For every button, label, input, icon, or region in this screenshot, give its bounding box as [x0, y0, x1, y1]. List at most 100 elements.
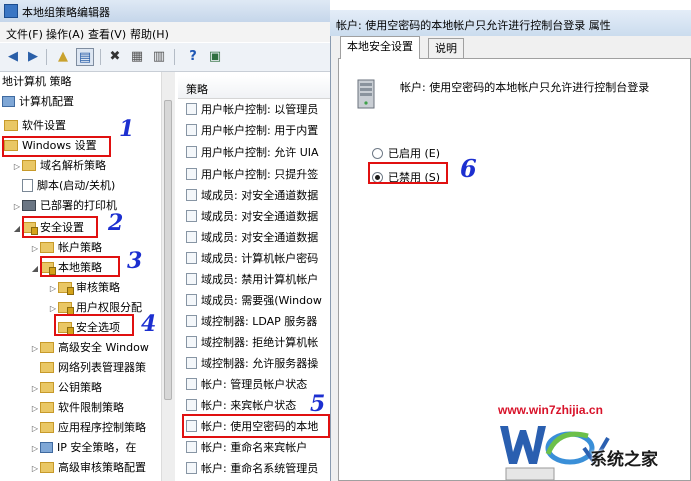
list-item[interactable]: 域成员: 对安全通道数据: [186, 228, 330, 248]
policy-icon: [186, 357, 197, 369]
tree-item-app-control[interactable]: ▷ 应用程序控制策略: [30, 418, 146, 438]
enabled-label: 已启用 (E): [388, 147, 441, 160]
list-column-header[interactable]: 策略: [178, 76, 330, 99]
policy-icon: [186, 273, 197, 285]
list-item[interactable]: 帐户: 管理员帐户状态: [186, 375, 330, 395]
enabled-radio[interactable]: 已启用 (E): [372, 145, 440, 161]
scrollbar-thumb[interactable]: [164, 100, 172, 400]
list-item[interactable]: 域成员: 对安全通道数据: [186, 207, 330, 227]
expand-arrow-icon[interactable]: ▷: [12, 197, 22, 217]
folder-icon: [4, 119, 18, 131]
list-item[interactable]: 域成员: 需要强(Window: [186, 291, 330, 311]
tree-item-name-resolution-policy[interactable]: ▷ 域名解析策略: [12, 156, 106, 176]
list-item[interactable]: 用户帐户控制: 只提升签: [186, 165, 330, 185]
folder-icon: [40, 421, 54, 433]
expand-arrow-icon[interactable]: ▷: [30, 459, 40, 479]
tree-item-local-computer-policy[interactable]: 地计算机 策略: [2, 72, 72, 92]
tree-item-label: 网络列表管理器策: [58, 361, 146, 374]
properties-icon[interactable]: ▦: [128, 48, 146, 66]
policy-icon: [186, 315, 197, 327]
list-item[interactable]: 域控制器: LDAP 服务器: [186, 312, 330, 332]
list-item[interactable]: 用户帐户控制: 以管理员: [186, 100, 330, 120]
delete-icon[interactable]: ✖: [106, 48, 124, 66]
toolbar-separator: [174, 49, 175, 65]
help-icon[interactable]: ?: [184, 48, 202, 66]
tree-item-account-policies[interactable]: ▷ 帐户策略: [30, 238, 102, 258]
list-item[interactable]: 帐户: 重命名来宾帐户: [186, 438, 330, 458]
tree-item-label: 帐户策略: [58, 241, 102, 254]
menu-action[interactable]: 操作(A): [46, 26, 84, 42]
policy-icon: [186, 146, 197, 158]
expand-arrow-icon[interactable]: ▷: [30, 419, 40, 439]
list-item[interactable]: 域成员: 对安全通道数据: [186, 186, 330, 206]
tree-item-label: IP 安全策略，在: [57, 441, 137, 454]
menu-help[interactable]: 帮助(H): [130, 26, 169, 42]
list-item-label: 帐户: 管理员帐户状态: [201, 378, 308, 391]
expand-arrow-icon[interactable]: ▷: [12, 157, 22, 177]
tree-item-label: 应用程序控制策略: [58, 421, 146, 434]
menu-view[interactable]: 查看(V): [88, 26, 126, 42]
list-item[interactable]: 域成员: 计算机帐户密码: [186, 249, 330, 269]
collapse-arrow-icon[interactable]: ◢: [30, 259, 40, 279]
tree-item-network-list[interactable]: 网络列表管理器策: [40, 358, 146, 378]
dialog-title: 帐户: 使用空密码的本地帐户只允许进行控制台登录 属性: [336, 19, 611, 32]
tree-item-label: 用户权限分配: [76, 301, 142, 314]
list-item-label: 域成员: 禁用计算机帐户: [201, 273, 319, 286]
expand-arrow-icon[interactable]: ▷: [30, 439, 40, 459]
tree-scrollbar[interactable]: [161, 72, 175, 481]
tree-item-scripts[interactable]: 脚本(启动/关机): [22, 176, 115, 196]
list-item-label: 帐户: 重命名系统管理员: [201, 462, 319, 475]
list-item[interactable]: 域控制器: 拒绝计算机帐: [186, 333, 330, 353]
toolbar: ◀ ▶ ▲ ▤ ✖ ▦ ▥ ? ▣: [0, 43, 330, 72]
list-item[interactable]: 用户帐户控制: 用于内置: [186, 121, 330, 141]
tree-item-deployed-printers[interactable]: ▷ 已部署的打印机: [12, 196, 117, 216]
dialog-titlebar: 帐户: 使用空密码的本地帐户只允许进行控制台登录 属性: [330, 10, 691, 36]
pc-icon: [40, 441, 53, 453]
expand-arrow-icon[interactable]: ▷: [30, 239, 40, 259]
list-item[interactable]: 帐户: 重命名系统管理员: [186, 459, 330, 479]
tree-item-audit-policy[interactable]: ▷ 审核策略: [48, 278, 120, 298]
expand-arrow-icon[interactable]: ▷: [30, 379, 40, 399]
menu-file[interactable]: 文件(F): [6, 26, 43, 42]
list-item[interactable]: 帐户: 来宾帐户状态: [186, 396, 330, 416]
tree-item-software-settings[interactable]: 软件设置: [4, 116, 66, 136]
list-item[interactable]: 域成员: 禁用计算机帐户: [186, 270, 330, 290]
list-item-label: 域控制器: LDAP 服务器: [201, 315, 318, 328]
tree-item-advanced-audit[interactable]: ▷ 高级审核策略配置: [30, 458, 146, 478]
document-icon: [22, 178, 33, 192]
expand-arrow-icon[interactable]: ▷: [48, 279, 58, 299]
annotation-number: 3: [127, 248, 143, 274]
tree-item-software-restriction[interactable]: ▷ 软件限制策略: [30, 398, 124, 418]
forward-arrow-icon[interactable]: ▶: [24, 48, 42, 66]
tree-item-ip-security[interactable]: ▷ IP 安全策略，在: [30, 438, 136, 458]
tree-item-label: 高级安全 Window: [58, 341, 149, 354]
show-tree-icon[interactable]: ▤: [76, 48, 94, 66]
up-folder-icon[interactable]: ▲: [54, 48, 72, 66]
policy-icon: [186, 378, 197, 390]
tree-item-advanced-firewall[interactable]: ▷ 高级安全 Window: [30, 338, 149, 358]
expand-arrow-icon[interactable]: ▷: [30, 399, 40, 419]
export-list-icon[interactable]: ▥: [150, 48, 168, 66]
tree-item-label: 计算机配置: [19, 95, 74, 108]
policy-icon: [186, 294, 197, 306]
tree-item-computer-config[interactable]: 计算机配置: [2, 92, 74, 112]
tab-local-security-setting[interactable]: 本地安全设置: [340, 36, 420, 59]
server-icon: [357, 79, 375, 109]
security-folder-icon: [58, 301, 74, 315]
tree-item-public-key[interactable]: ▷ 公钥策略: [30, 378, 102, 398]
action-pane-icon[interactable]: ▣: [206, 48, 224, 66]
expand-arrow-icon[interactable]: ▷: [30, 339, 40, 359]
list-item[interactable]: 用户帐户控制: 允许 UIA: [186, 143, 330, 163]
highlight-local-policies: [40, 256, 120, 277]
menu-bar: 文件(F) 操作(A) 查看(V) 帮助(H): [0, 22, 330, 42]
back-arrow-icon[interactable]: ◀: [4, 48, 22, 66]
tab-explain[interactable]: 说明: [428, 38, 464, 58]
policy-icon: [186, 210, 197, 222]
annotation-number: 6: [460, 154, 477, 183]
policy-icon: [186, 399, 197, 411]
radio-button-icon[interactable]: [372, 147, 383, 159]
collapse-arrow-icon[interactable]: ◢: [12, 219, 22, 239]
annotation-number: 1: [119, 116, 135, 142]
highlight-disabled-option: [368, 162, 448, 184]
list-item[interactable]: 域控制器: 允许服务器操: [186, 354, 330, 374]
